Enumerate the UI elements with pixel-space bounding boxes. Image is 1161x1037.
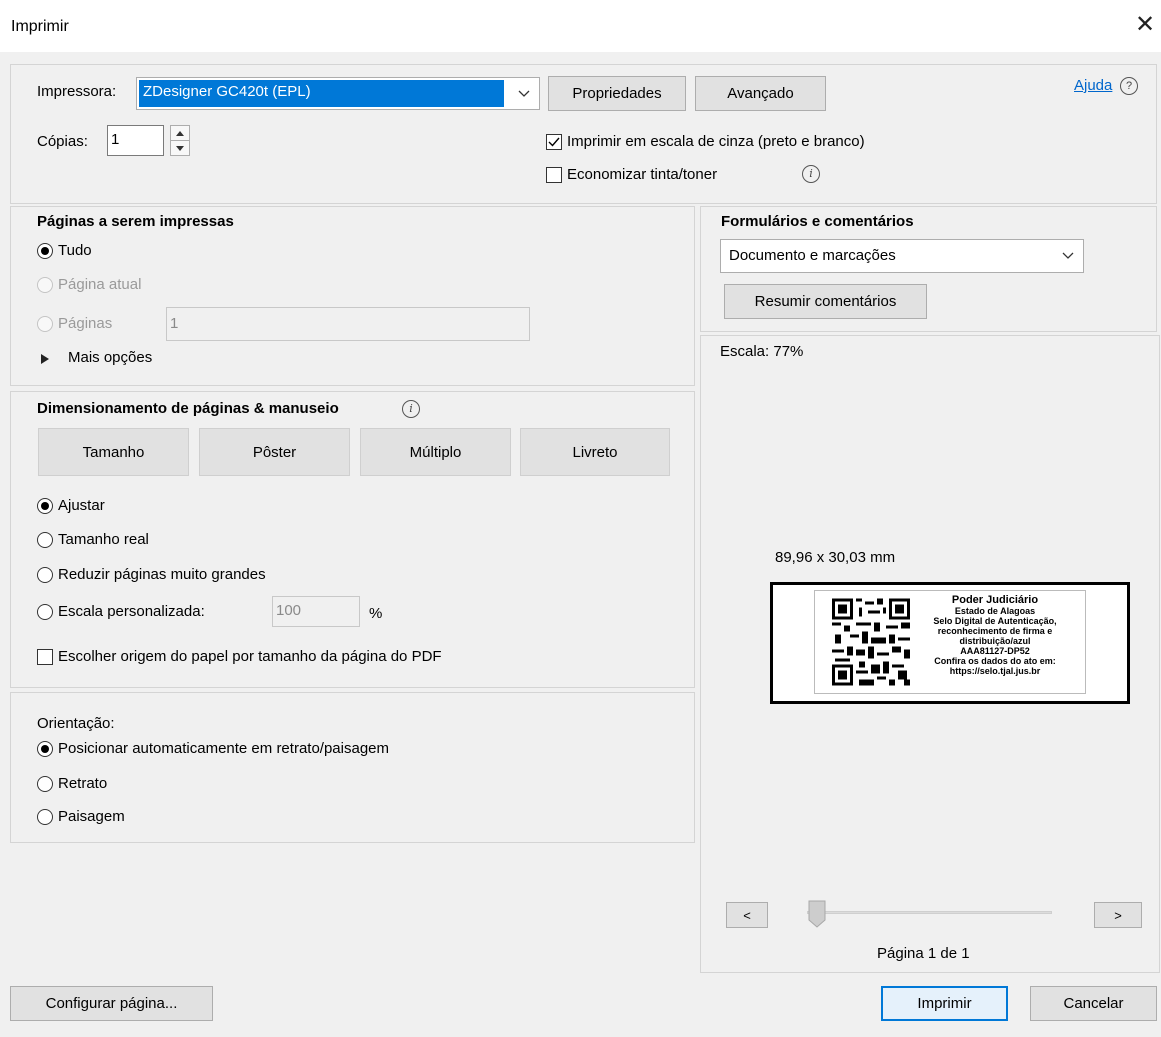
- tab-size[interactable]: Tamanho: [38, 428, 189, 476]
- pages-heading: Páginas a serem impressas: [37, 213, 234, 230]
- cancel-button[interactable]: Cancelar: [1030, 986, 1157, 1021]
- info-icon[interactable]: i: [802, 165, 820, 183]
- save-ink-checkbox[interactable]: [546, 167, 562, 183]
- printer-select[interactable]: ZDesigner GC420t (EPL): [136, 77, 540, 110]
- orientation-auto-label: Posicionar automaticamente em retrato/pa…: [58, 740, 389, 757]
- chevron-down-icon: [509, 78, 539, 109]
- pages-current-radio[interactable]: [37, 277, 53, 293]
- percent-label: %: [369, 605, 383, 622]
- next-page-button[interactable]: >: [1094, 902, 1142, 928]
- stepper-up-icon[interactable]: [171, 126, 189, 141]
- label-line: https://selo.tjal.jus.br: [949, 666, 1041, 676]
- orientation-auto-radio[interactable]: [37, 741, 53, 757]
- orientation-portrait-radio[interactable]: [37, 776, 53, 792]
- info-icon[interactable]: i: [402, 400, 420, 418]
- fit-label: Ajustar: [58, 497, 105, 514]
- tab-poster[interactable]: Pôster: [199, 428, 350, 476]
- custom-scale-radio[interactable]: [37, 604, 53, 620]
- copies-stepper[interactable]: [170, 125, 190, 156]
- label-line: Selo Digital de Autenticação,: [933, 616, 1057, 626]
- save-ink-label: Economizar tinta/toner: [567, 166, 718, 183]
- qr-code-icon: [832, 598, 910, 686]
- pages-all-label: Tudo: [58, 242, 92, 259]
- orientation-landscape-radio[interactable]: [37, 809, 53, 825]
- close-icon[interactable]: ✕: [1132, 12, 1158, 38]
- fit-radio[interactable]: [37, 498, 53, 514]
- title-bar: [0, 0, 1161, 52]
- grayscale-checkbox[interactable]: [546, 134, 562, 150]
- pages-range-input[interactable]: 1: [166, 307, 530, 341]
- pages-current-label: Página atual: [58, 276, 142, 293]
- actual-size-radio[interactable]: [37, 532, 53, 548]
- grayscale-label: Imprimir em escala de cinza (preto e bra…: [567, 133, 865, 150]
- print-button[interactable]: Imprimir: [881, 986, 1008, 1021]
- orientation-portrait-label: Retrato: [58, 775, 108, 792]
- label-line: reconhecimento de firma e: [937, 626, 1053, 636]
- paper-source-checkbox[interactable]: [37, 649, 53, 665]
- label-line: Estado de Alagoas: [954, 606, 1036, 616]
- label-line: Poder Judiciário: [951, 594, 1039, 606]
- shrink-radio[interactable]: [37, 567, 53, 583]
- label-line: Confira os dados do ato em:: [934, 656, 1056, 666]
- properties-button[interactable]: Propriedades: [548, 76, 686, 111]
- page-slider-track[interactable]: [807, 911, 1052, 914]
- orientation-heading: Orientação:: [37, 715, 115, 732]
- help-link[interactable]: Ajuda: [1074, 77, 1112, 94]
- printer-selected-value: ZDesigner GC420t (EPL): [139, 80, 504, 107]
- prev-page-button[interactable]: <: [726, 902, 768, 928]
- custom-scale-input[interactable]: 100: [272, 596, 360, 627]
- stepper-down-icon[interactable]: [171, 141, 189, 155]
- scale-label: Escala: 77%: [720, 343, 804, 360]
- printer-label: Impressora:: [37, 83, 117, 100]
- paper-source-label: Escolher origem do papel por tamanho da …: [58, 648, 442, 665]
- forms-selected-value: Documento e marcações: [729, 247, 896, 264]
- pages-range-radio[interactable]: [37, 316, 53, 332]
- label-text: Poder Judiciário Estado de Alagoas Selo …: [910, 594, 1080, 676]
- page-setup-button[interactable]: Configurar página...: [10, 986, 213, 1021]
- sizing-heading: Dimensionamento de páginas & manuseio: [37, 400, 339, 417]
- page-slider-thumb[interactable]: [808, 900, 826, 928]
- pages-all-radio[interactable]: [37, 243, 53, 259]
- orientation-landscape-label: Paisagem: [58, 808, 125, 825]
- help-icon[interactable]: ?: [1120, 77, 1138, 95]
- custom-scale-label: Escala personalizada:: [58, 603, 205, 620]
- advanced-button[interactable]: Avançado: [695, 76, 826, 111]
- actual-size-label: Tamanho real: [58, 531, 149, 548]
- page-indicator: Página 1 de 1: [877, 945, 970, 962]
- summarize-comments-button[interactable]: Resumir comentários: [724, 284, 927, 319]
- forms-select[interactable]: Documento e marcações: [720, 239, 1084, 273]
- tab-multiple[interactable]: Múltiplo: [360, 428, 511, 476]
- dimensions-label: 89,96 x 30,03 mm: [775, 549, 896, 566]
- copies-input[interactable]: 1: [107, 125, 164, 156]
- pages-range-label: Páginas: [58, 315, 113, 332]
- shrink-label: Reduzir páginas muito grandes: [58, 566, 266, 583]
- tab-booklet[interactable]: Livreto: [520, 428, 670, 476]
- label-line: distribuição/azul: [959, 636, 1031, 646]
- chevron-down-icon: [1053, 240, 1083, 272]
- window-title: Imprimir: [11, 18, 69, 35]
- copies-label: Cópias:: [37, 133, 88, 150]
- more-options-link[interactable]: Mais opções: [68, 349, 152, 366]
- triangle-right-icon[interactable]: [41, 351, 50, 368]
- label-line: AAA81127-DP52: [960, 646, 1030, 656]
- forms-heading: Formulários e comentários: [721, 213, 914, 230]
